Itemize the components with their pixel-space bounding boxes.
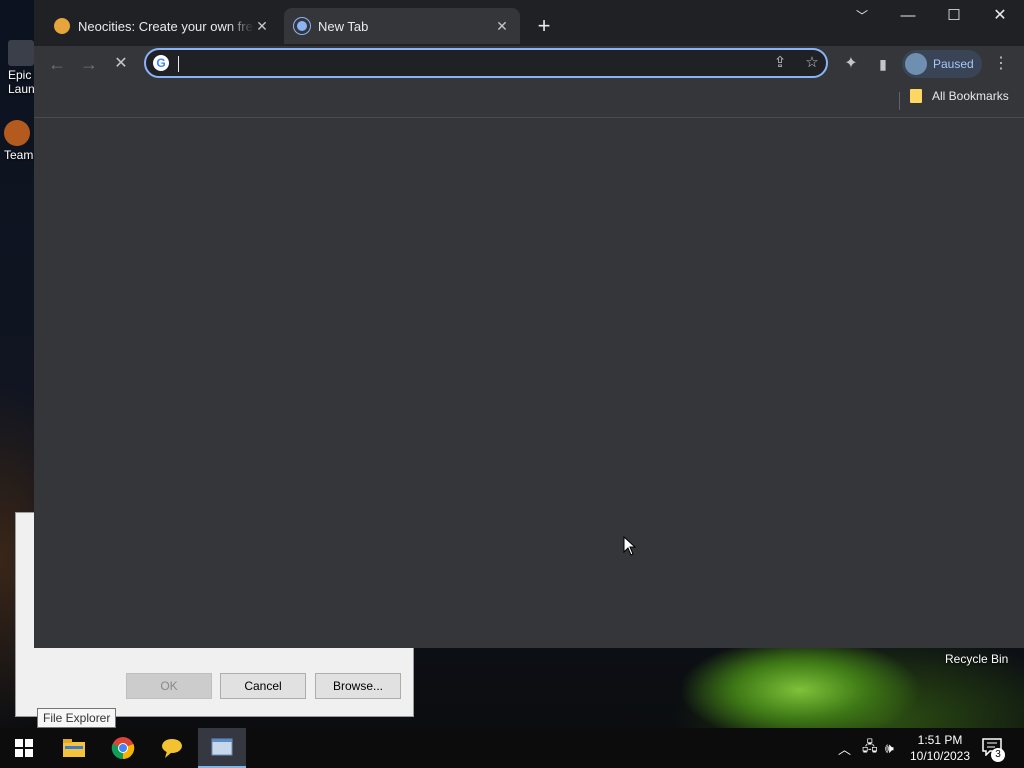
team-app-icon bbox=[4, 120, 30, 146]
side-panel-icon[interactable]: ▮ bbox=[870, 52, 896, 76]
cancel-button[interactable]: Cancel bbox=[220, 673, 306, 699]
all-bookmarks-folder[interactable]: All Bookmarks bbox=[910, 89, 1009, 103]
ok-button[interactable]: OK bbox=[126, 673, 212, 699]
stop-loading-button[interactable]: ✕ bbox=[108, 52, 134, 76]
network-icon: 🖧 bbox=[862, 738, 878, 754]
run-window-icon bbox=[211, 738, 233, 756]
taskbar-run-dialog[interactable] bbox=[198, 728, 246, 768]
clock-time: 1:51 PM bbox=[917, 733, 963, 747]
folder-icon bbox=[910, 89, 922, 103]
tab-search-chevron-icon[interactable]: ﹀ bbox=[842, 5, 882, 27]
all-bookmarks-label: All Bookmarks bbox=[932, 89, 1009, 103]
desktop-icon-label: Epic bbox=[8, 68, 32, 82]
start-button[interactable] bbox=[0, 728, 48, 768]
close-window-button[interactable]: ✕ bbox=[980, 5, 1020, 27]
desktop-icon-epic-launcher[interactable]: Epic Laun bbox=[8, 40, 35, 96]
address-bar[interactable]: G ⇪ ☆ bbox=[144, 48, 828, 78]
close-tab-icon[interactable]: ✕ bbox=[494, 18, 510, 35]
bookmark-star-icon[interactable]: ☆ bbox=[802, 53, 822, 73]
address-input[interactable] bbox=[180, 54, 744, 76]
mouse-cursor-icon bbox=[623, 536, 637, 556]
clock-date: 10/10/2023 bbox=[909, 749, 971, 763]
minimize-button[interactable]: — bbox=[888, 5, 928, 27]
tab-title: New Tab bbox=[318, 18, 369, 34]
tab-title: Neocities: Create your own free website! bbox=[78, 18, 254, 34]
system-clock[interactable]: 1:51 PM 10/10/2023 bbox=[905, 732, 975, 764]
file-explorer-icon bbox=[63, 739, 85, 757]
taskbar: ︿ 🖧 🕪 1:51 PM 10/10/2023 3 bbox=[0, 728, 1024, 768]
bookmarks-separator bbox=[899, 92, 900, 110]
speaker-icon: 🕪 bbox=[885, 739, 894, 756]
chat-bubble-icon bbox=[162, 739, 182, 758]
toolbar: ← → ✕ G ⇪ ☆ ✦ ▮ Paused ⋮ bbox=[34, 46, 1024, 82]
share-icon[interactable]: ⇪ bbox=[770, 53, 790, 73]
close-tab-icon[interactable]: ✕ bbox=[254, 18, 270, 35]
chrome-icon bbox=[111, 737, 135, 760]
chrome-window: Neocities: Create your own free website!… bbox=[34, 0, 1024, 648]
tab-strip: Neocities: Create your own free website!… bbox=[34, 0, 1024, 46]
text-caret bbox=[178, 56, 179, 72]
extensions-puzzle-icon[interactable]: ✦ bbox=[838, 52, 864, 76]
file-explorer-tooltip: File Explorer bbox=[37, 708, 117, 728]
new-tab-button[interactable]: + bbox=[532, 14, 556, 38]
google-icon: G bbox=[153, 55, 169, 71]
chrome-newtab-icon bbox=[294, 18, 310, 34]
recycle-bin-label[interactable]: Recycle Bin bbox=[945, 652, 1008, 666]
maximize-button[interactable]: ☐ bbox=[934, 5, 974, 27]
taskbar-chat-app[interactable] bbox=[148, 728, 196, 768]
neocities-cat-icon bbox=[54, 18, 70, 34]
taskbar-file-explorer[interactable] bbox=[50, 728, 98, 768]
epic-games-icon bbox=[8, 40, 34, 66]
profile-status: Paused bbox=[933, 57, 974, 71]
windows-logo-icon bbox=[15, 739, 33, 757]
taskbar-chrome[interactable] bbox=[99, 728, 147, 768]
tab-new-tab[interactable]: New Tab ✕ bbox=[284, 8, 520, 44]
volume-control[interactable]: 🕪 bbox=[885, 728, 894, 768]
avatar bbox=[905, 53, 927, 75]
notification-count-badge: 3 bbox=[991, 748, 1005, 762]
chevron-up-icon: ︿ bbox=[838, 741, 852, 757]
network-status[interactable]: 🖧 bbox=[862, 728, 878, 768]
page-content[interactable] bbox=[34, 118, 1024, 648]
show-hidden-icons[interactable]: ︿ bbox=[838, 728, 851, 768]
back-button[interactable]: ← bbox=[44, 52, 70, 76]
browse-button[interactable]: Browse... bbox=[315, 673, 401, 699]
desktop-icon-label: Team bbox=[4, 148, 34, 162]
forward-button[interactable]: → bbox=[76, 52, 102, 76]
desktop-icon-label-2: Laun bbox=[8, 82, 35, 96]
tab-neocities[interactable]: Neocities: Create your own free website!… bbox=[44, 8, 280, 44]
profile-button[interactable]: Paused bbox=[902, 50, 982, 78]
bookmarks-bar: All Bookmarks bbox=[34, 82, 1024, 118]
desktop-icon-team[interactable]: Team bbox=[4, 120, 33, 162]
more-menu-icon[interactable]: ⋮ bbox=[988, 52, 1014, 76]
